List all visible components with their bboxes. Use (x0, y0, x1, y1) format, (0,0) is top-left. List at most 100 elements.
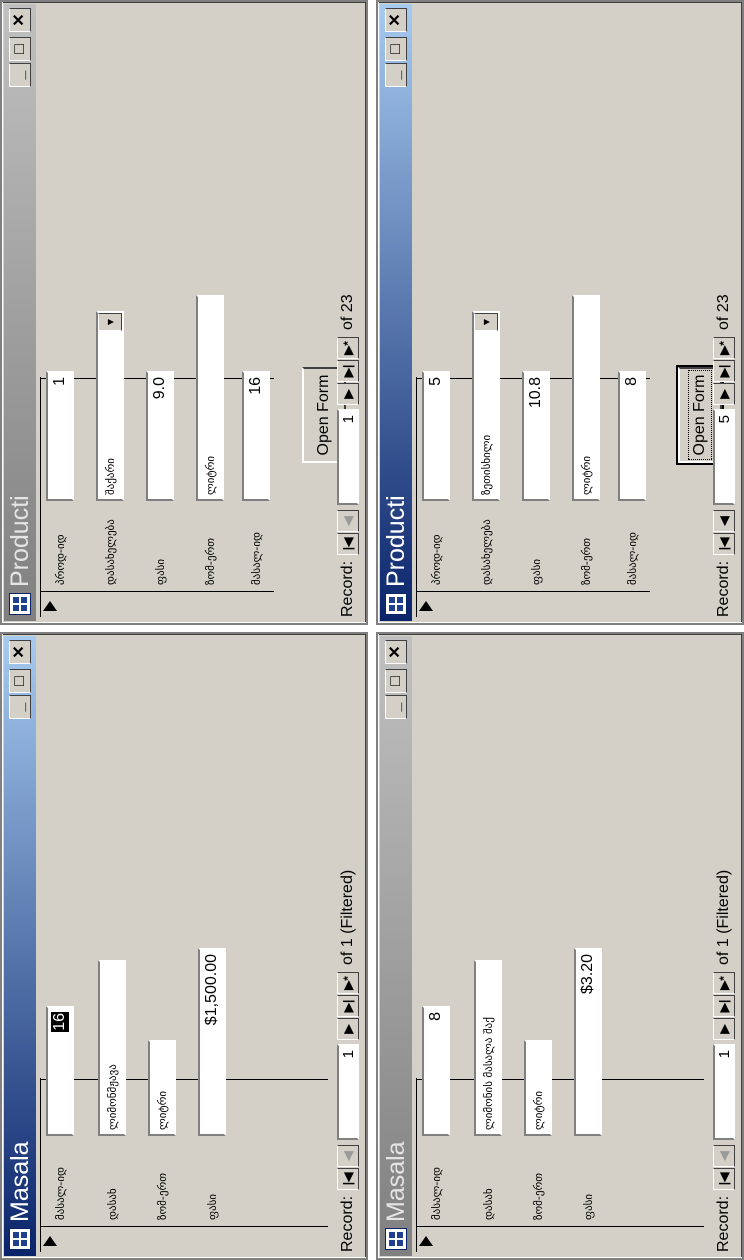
title-bar[interactable]: Masala _ □ ✕ (380, 636, 412, 1256)
field-value: ლიტრი (579, 455, 593, 495)
first-record-button[interactable]: |◀ (337, 1167, 359, 1190)
form-icon (385, 593, 407, 615)
new-record-button[interactable]: ▶* (337, 336, 359, 359)
record-selector[interactable] (416, 591, 650, 617)
section-divider (40, 1078, 41, 1252)
new-record-button[interactable]: ▶* (337, 971, 359, 994)
field-label: პროდ-იდ (54, 534, 67, 585)
section-divider (416, 377, 417, 617)
form-icon (9, 1228, 31, 1250)
unit-field[interactable]: ლიტრი (524, 1040, 552, 1136)
field-value: $3.20 (579, 954, 596, 995)
last-record-button[interactable]: ▶| (337, 359, 359, 382)
minimize-button[interactable]: _ (385, 695, 407, 719)
field-value: ლიმონმჟავა (105, 1064, 119, 1130)
unit-field[interactable]: ლიტრი (148, 1040, 176, 1136)
first-record-button[interactable]: |◀ (713, 532, 735, 555)
current-record-input[interactable]: 1 (713, 1043, 735, 1140)
price-field[interactable]: $1,500.00 (198, 948, 226, 1136)
minimize-button[interactable]: _ (385, 63, 407, 87)
next-record-button[interactable]: ▶ (713, 1017, 735, 1040)
record-selector[interactable] (40, 1226, 328, 1252)
field-label: ფასი (206, 1193, 219, 1220)
name-field[interactable]: ლიმონმჟავა (98, 960, 126, 1136)
current-record-arrow-icon (419, 601, 433, 611)
window-title: Masala (381, 1141, 410, 1222)
field-label: მასალ-იდ (626, 531, 639, 585)
next-record-button[interactable]: ▶ (713, 382, 735, 405)
previous-record-button[interactable]: ◀ (337, 1144, 359, 1167)
maximize-button[interactable]: □ (9, 669, 31, 693)
button-label: Open Form (690, 358, 710, 472)
unit-field[interactable]: ლიტრი (572, 295, 600, 501)
masala-id-field[interactable]: 8 (422, 1006, 450, 1136)
new-record-button[interactable]: ▶* (713, 971, 735, 994)
price-field[interactable]: 10.8 (522, 371, 550, 501)
record-label: Record: (339, 1195, 356, 1252)
maximize-button[interactable]: □ (385, 669, 407, 693)
minimize-button[interactable]: _ (9, 695, 31, 719)
new-record-button[interactable]: ▶* (713, 336, 735, 359)
next-record-button[interactable]: ▶ (337, 382, 359, 405)
field-label: მასალ-იდ (430, 1166, 443, 1220)
current-record-input[interactable]: 5 (713, 408, 735, 505)
current-record-input[interactable]: 1 (337, 408, 359, 505)
current-record-input[interactable]: 1 (337, 1043, 359, 1140)
last-record-button[interactable]: ▶| (713, 994, 735, 1017)
prod-id-field[interactable]: 1 (46, 371, 74, 501)
minimize-button[interactable]: _ (9, 63, 31, 87)
masala-id-field[interactable]: 16 (242, 371, 270, 501)
masala-id-field[interactable]: 8 (618, 371, 646, 501)
current-record-arrow-icon (419, 1236, 433, 1246)
field-value: 1 (51, 377, 68, 386)
next-record-button[interactable]: ▶ (337, 1017, 359, 1040)
maximize-button[interactable]: □ (9, 37, 31, 61)
dropdown-arrow-icon[interactable]: ▼ (98, 313, 122, 331)
category-combobox[interactable]: შაქარი ▼ (96, 311, 124, 501)
field-label: დასახ (482, 1188, 495, 1220)
field-label: ფასი (530, 558, 543, 585)
name-field[interactable]: ლიმონის მასალა შაქ (474, 960, 502, 1136)
form-icon (9, 593, 31, 615)
field-label: დასახ (106, 1188, 119, 1220)
record-navigation-bar: Record: |◀ ◀ 1 ▶ ▶| ▶* of 1 (Filtered) (708, 638, 740, 1254)
window-producti-record-5: Producti _ □ ✕ პროდ-იდ 5 დასახელება ზეთი… (376, 0, 744, 625)
maximize-button[interactable]: □ (385, 37, 407, 61)
title-bar[interactable]: Masala _ □ ✕ (4, 636, 36, 1256)
current-record-arrow-icon (43, 1236, 57, 1246)
field-value: ზეთისხილი (479, 434, 493, 495)
field-label: ფასი (582, 1193, 595, 1220)
close-button[interactable]: ✕ (385, 640, 407, 664)
dropdown-arrow-icon[interactable]: ▼ (474, 313, 498, 331)
close-button[interactable]: ✕ (9, 640, 31, 664)
previous-record-button[interactable]: ◀ (713, 1144, 735, 1167)
price-field[interactable]: $3.20 (574, 948, 602, 1136)
close-button[interactable]: ✕ (385, 8, 407, 32)
window-masala-16: Masala _ □ ✕ მასალ-იდ 16 დასახ ლიმონმჟავ… (0, 632, 368, 1260)
title-bar[interactable]: Producti _ □ ✕ (380, 4, 412, 621)
prod-id-field[interactable]: 5 (422, 371, 450, 501)
window-masala-8: Masala _ □ ✕ მასალ-იდ 8 დასახ ლიმონის მა… (376, 632, 744, 1260)
last-record-button[interactable]: ▶| (337, 994, 359, 1017)
masala-id-field[interactable]: 16 (46, 1006, 74, 1136)
button-label: Open Form (315, 374, 332, 456)
record-count: of 1 (Filtered) (715, 869, 732, 965)
close-button[interactable]: ✕ (9, 8, 31, 32)
last-record-button[interactable]: ▶| (713, 359, 735, 382)
field-value: 10.8 (527, 377, 544, 409)
field-label: დასახელება (104, 519, 117, 585)
first-record-button[interactable]: |◀ (337, 532, 359, 555)
field-label: ფასი (154, 558, 167, 585)
unit-field[interactable]: ლიტრი (196, 295, 224, 501)
title-bar[interactable]: Producti _ □ ✕ (4, 4, 36, 621)
first-record-button[interactable]: |◀ (713, 1167, 735, 1190)
field-value: 5 (427, 377, 444, 386)
window-producti-record-1: Producti _ □ ✕ პროდ-იდ 1 დასახელება შაქა… (0, 0, 368, 625)
record-selector[interactable] (416, 1226, 704, 1252)
record-selector[interactable] (40, 591, 274, 617)
category-combobox[interactable]: ზეთისხილი ▼ (472, 311, 500, 501)
field-label: ზომ-ერთ (580, 537, 593, 585)
price-field[interactable]: 9.0 (146, 371, 174, 501)
previous-record-button[interactable]: ◀ (337, 509, 359, 532)
previous-record-button[interactable]: ◀ (713, 509, 735, 532)
